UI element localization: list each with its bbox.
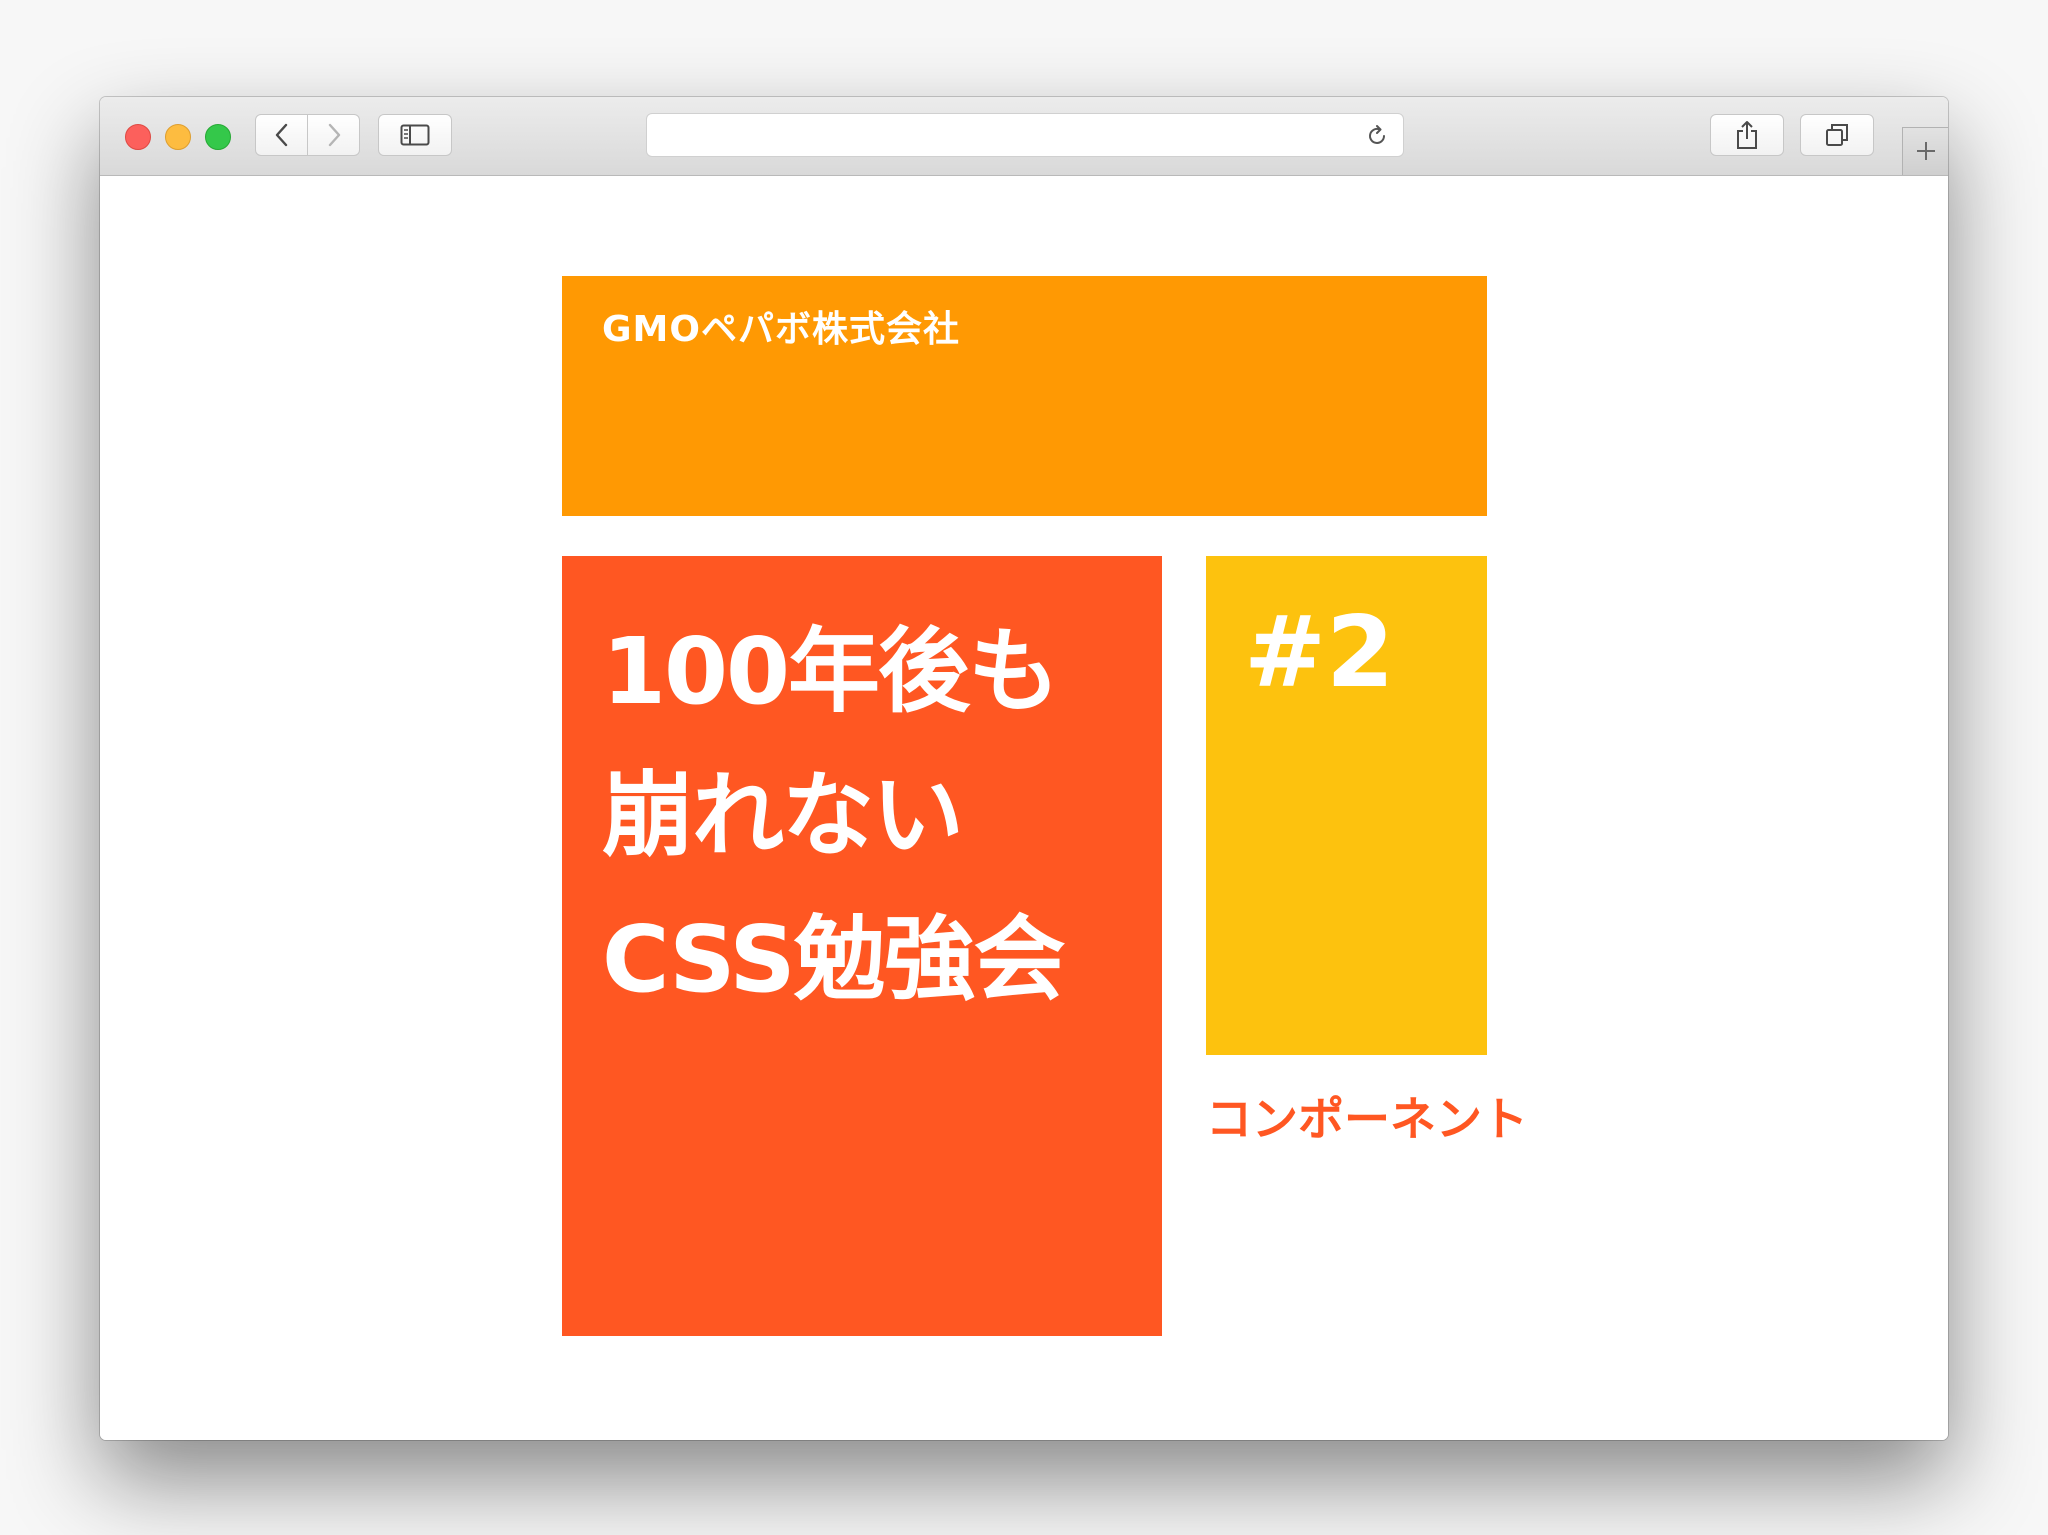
minimize-window-button[interactable] [165, 124, 191, 150]
browser-toolbar [100, 97, 1948, 176]
chevron-right-icon [328, 123, 340, 147]
header-block: GMOペパボ株式会社 [562, 276, 1487, 516]
tabs-overview-icon [1826, 124, 1848, 146]
episode-subtitle: コンポーネント [1206, 1092, 1528, 1146]
sidebar-icon [400, 124, 430, 146]
chevron-left-icon [275, 123, 287, 147]
address-bar[interactable] [646, 113, 1404, 157]
reload-icon[interactable] [1365, 124, 1389, 148]
episode-number: #2 [1244, 596, 1395, 710]
episode-number-block: #2 [1206, 556, 1487, 1055]
tabs-overview-button[interactable] [1800, 114, 1874, 156]
close-window-button[interactable] [125, 124, 151, 150]
page-title: 100年後も 崩れない CSS勉強会 [602, 600, 1142, 1032]
title-block: 100年後も 崩れない CSS勉強会 [562, 556, 1162, 1336]
forward-button[interactable] [308, 114, 360, 156]
zoom-window-button[interactable] [205, 124, 231, 150]
company-logo: GMOペパボ株式会社 [602, 309, 960, 350]
title-line: 100年後も [602, 618, 1060, 725]
title-line: 崩れない [602, 762, 964, 869]
share-icon [1737, 121, 1757, 149]
plus-icon [1917, 142, 1935, 160]
page-content: GMOペパボ株式会社 100年後も 崩れない CSS勉強会 #2 コンポーネント [100, 176, 1948, 1440]
browser-window: GMOペパボ株式会社 100年後も 崩れない CSS勉強会 #2 コンポーネント [100, 97, 1948, 1440]
new-tab-button[interactable] [1902, 127, 1948, 175]
back-button[interactable] [255, 114, 308, 156]
share-button[interactable] [1710, 114, 1784, 156]
sidebar-toggle-button[interactable] [378, 114, 452, 156]
title-line: CSS勉強会 [602, 906, 1066, 1013]
